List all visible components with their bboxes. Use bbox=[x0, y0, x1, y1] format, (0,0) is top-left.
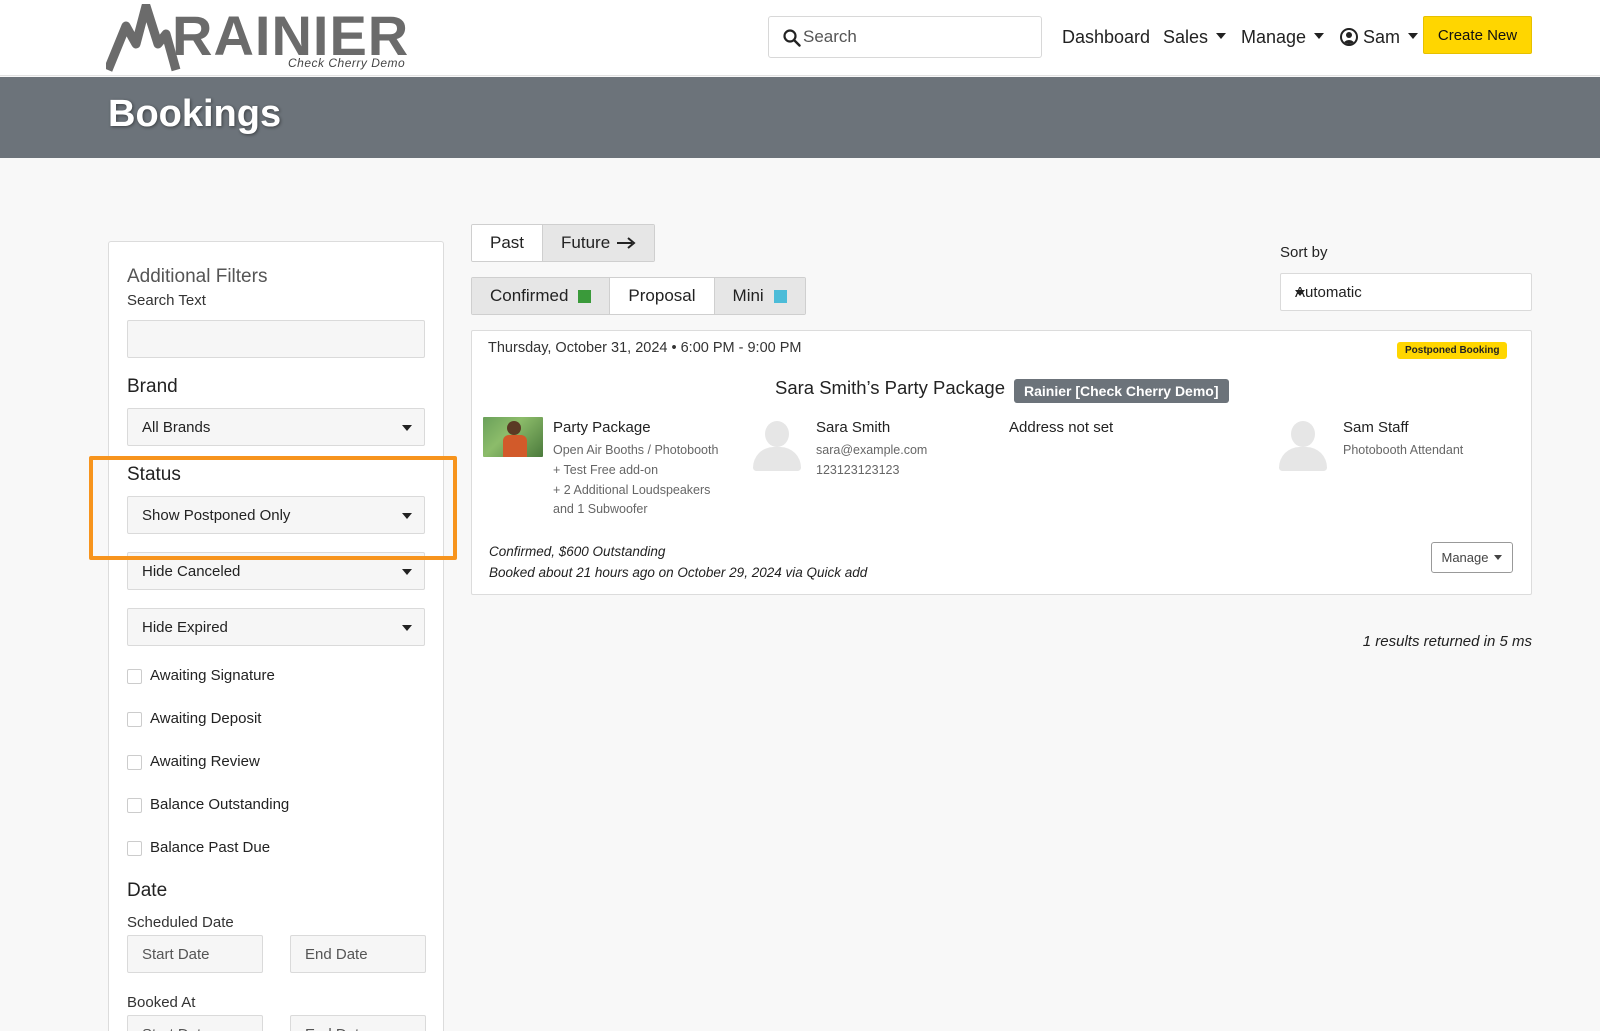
checkbox-label: Balance Past Due bbox=[150, 839, 271, 856]
brand-select[interactable]: All Brands bbox=[127, 408, 425, 446]
date-heading: Date bbox=[127, 880, 168, 901]
nav-user-label: Sam bbox=[1363, 27, 1401, 47]
time-toggle-group: Past Future bbox=[471, 224, 656, 262]
nav-user-menu[interactable]: Sam bbox=[1340, 24, 1419, 50]
client-phone: 123123123123 bbox=[816, 463, 900, 477]
sort-by-label: Sort by bbox=[1280, 244, 1328, 261]
chevron-down-icon bbox=[1408, 33, 1419, 39]
chevron-down-icon bbox=[402, 425, 412, 431]
filters-panel: Additional Filters Search Text Brand All… bbox=[108, 241, 444, 1031]
booked-start-date-input[interactable]: Start Date bbox=[127, 1015, 263, 1031]
client-avatar bbox=[751, 421, 801, 473]
tab-proposal[interactable]: Proposal bbox=[610, 278, 715, 314]
type-toggle-group: Confirmed Proposal Mini bbox=[471, 277, 806, 315]
user-circle-icon bbox=[1340, 28, 1358, 46]
logo-subtitle: Check Cherry Demo bbox=[288, 56, 406, 70]
booked-end-date-input[interactable]: End Date bbox=[290, 1015, 426, 1031]
package-line: and 1 Subwoofer bbox=[553, 502, 648, 516]
placeholder-text: End Date bbox=[305, 1026, 368, 1031]
global-search[interactable] bbox=[768, 16, 1042, 58]
nav-sales[interactable]: Sales bbox=[1163, 24, 1227, 50]
expired-select-value: Hide Expired bbox=[142, 619, 228, 636]
checkbox-label: Balance Outstanding bbox=[150, 796, 290, 813]
rainier-logo[interactable]: RAINIER Check Cherry Demo bbox=[106, 4, 408, 72]
tab-past[interactable]: Past bbox=[472, 225, 544, 261]
booked-info: Booked about 21 hours ago on October 29,… bbox=[489, 565, 868, 580]
create-new-button[interactable]: Create New bbox=[1423, 16, 1532, 54]
tab-mini[interactable]: Mini bbox=[714, 278, 805, 314]
manage-button-label: Manage bbox=[1441, 550, 1489, 565]
placeholder-text: Start Date bbox=[142, 946, 210, 963]
canceled-select-value: Hide Canceled bbox=[142, 563, 241, 580]
tab-confirmed-label: Confirmed bbox=[490, 286, 569, 305]
search-input[interactable] bbox=[803, 24, 1023, 50]
tab-future-label: Future bbox=[561, 233, 611, 252]
status-badge: Postponed Booking bbox=[1397, 342, 1508, 359]
page-title: Bookings bbox=[108, 93, 282, 135]
checkbox-box[interactable] bbox=[127, 712, 142, 727]
chevron-down-icon bbox=[1216, 33, 1227, 39]
client-name[interactable]: Sara Smith bbox=[816, 419, 890, 436]
sort-by-value: Automatic bbox=[1295, 284, 1362, 301]
booking-card[interactable]: Thursday, October 31, 2024 • 6:00 PM - 9… bbox=[471, 330, 1532, 595]
brand-select-value: All Brands bbox=[142, 419, 211, 436]
staff-role: Photobooth Attendant bbox=[1343, 443, 1464, 457]
confirmed-color-swatch bbox=[578, 289, 592, 303]
checkbox-label: Awaiting Signature bbox=[150, 667, 275, 684]
checkbox-box[interactable] bbox=[127, 841, 142, 856]
placeholder-text: End Date bbox=[305, 946, 368, 963]
booked-at-label: Booked At bbox=[127, 994, 196, 1011]
checkbox-label: Awaiting Deposit bbox=[150, 710, 262, 727]
chevron-down-icon bbox=[402, 625, 412, 631]
placeholder-text: Start Date bbox=[142, 1026, 210, 1031]
booking-datetime: Thursday, October 31, 2024 • 6:00 PM - 9… bbox=[488, 340, 802, 356]
nav-dashboard[interactable]: Dashboard bbox=[1062, 24, 1150, 50]
filters-title: Additional Filters bbox=[127, 266, 268, 287]
sort-by-select[interactable]: Automatic bbox=[1280, 273, 1532, 311]
search-text-input[interactable] bbox=[127, 320, 425, 358]
scheduled-end-date-input[interactable]: End Date bbox=[290, 935, 426, 973]
checkbox-box[interactable] bbox=[127, 669, 142, 684]
top-navbar: RAINIER Check Cherry Demo Dashboard Sale… bbox=[0, 0, 1600, 76]
checkbox-box[interactable] bbox=[127, 798, 142, 813]
package-line: Open Air Booths / Photobooth bbox=[553, 443, 719, 457]
chevron-down-icon bbox=[1295, 290, 1305, 296]
arrow-right-icon bbox=[617, 237, 636, 249]
event-address: Address not set bbox=[1009, 419, 1114, 436]
chevron-down-icon bbox=[402, 569, 412, 575]
client-email: sara@example.com bbox=[816, 443, 928, 457]
nav-sales-label: Sales bbox=[1163, 27, 1209, 47]
search-text-label: Search Text bbox=[127, 292, 206, 309]
tab-confirmed[interactable]: Confirmed bbox=[472, 278, 611, 314]
chevron-down-icon bbox=[1494, 555, 1503, 560]
results-count: 1 results returned in 5 ms bbox=[1362, 633, 1532, 650]
page-banner: Bookings bbox=[0, 77, 1600, 158]
brand-badge: Rainier [Check Cherry Demo] bbox=[1014, 379, 1229, 403]
manage-button[interactable]: Manage bbox=[1431, 542, 1513, 573]
tab-mini-label: Mini bbox=[732, 286, 764, 305]
package-name: Party Package bbox=[553, 419, 651, 436]
tab-future[interactable]: Future bbox=[543, 225, 655, 261]
chevron-down-icon bbox=[1314, 33, 1325, 39]
package-thumbnail bbox=[483, 417, 543, 457]
brand-label: Brand bbox=[127, 376, 178, 397]
booking-title[interactable]: Sara Smith’s Party Package bbox=[775, 377, 1005, 399]
package-line: + 2 Additional Loudspeakers bbox=[553, 483, 711, 497]
scheduled-start-date-input[interactable]: Start Date bbox=[127, 935, 263, 973]
nav-manage-label: Manage bbox=[1241, 27, 1307, 47]
expired-select[interactable]: Hide Expired bbox=[127, 608, 425, 646]
checkbox-box[interactable] bbox=[127, 755, 142, 770]
booking-summary: Confirmed, $600 Outstanding bbox=[489, 544, 666, 559]
mini-color-swatch bbox=[773, 289, 787, 303]
staff-avatar bbox=[1277, 421, 1327, 473]
search-icon bbox=[783, 29, 801, 47]
status-highlight-box bbox=[89, 456, 457, 560]
staff-name[interactable]: Sam Staff bbox=[1343, 419, 1409, 436]
scheduled-date-label: Scheduled Date bbox=[127, 914, 234, 931]
checkbox-label: Awaiting Review bbox=[150, 753, 260, 770]
package-line: + Test Free add-on bbox=[553, 463, 659, 477]
nav-manage[interactable]: Manage bbox=[1241, 24, 1325, 50]
